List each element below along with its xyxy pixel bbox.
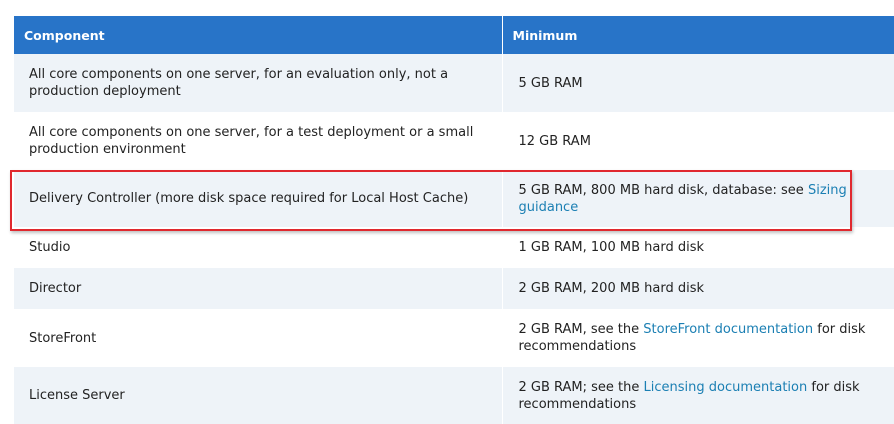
storefront-documentation-link[interactable]: StoreFront documentation xyxy=(643,322,813,337)
component-cell: License Server xyxy=(14,367,502,424)
minimum-cell: 5 GB RAM xyxy=(501,54,894,112)
minimum-cell: 2 GB RAM, 200 MB hard disk xyxy=(501,268,894,309)
table-row: Director 2 GB RAM, 200 MB hard disk xyxy=(14,268,894,309)
table-row: License Server 2 GB RAM; see the Licensi… xyxy=(14,367,894,424)
component-cell: StoreFront xyxy=(14,309,502,367)
component-cell: All core components on one server, for a… xyxy=(14,112,502,170)
minimum-cell: 2 GB RAM, see the StoreFront documentati… xyxy=(501,309,894,367)
hardware-requirements-table: Component Minimum All core components on… xyxy=(14,16,894,424)
licensing-documentation-link[interactable]: Licensing documentation xyxy=(644,380,808,395)
column-header-component: Component xyxy=(14,16,502,54)
minimum-cell: 2 GB RAM; see the Licensing documentatio… xyxy=(501,367,894,424)
minimum-text: 2 GB RAM, 200 MB hard disk xyxy=(518,281,705,296)
component-cell: Director xyxy=(14,268,502,309)
table-row: Studio 1 GB RAM, 100 MB hard disk xyxy=(14,227,894,268)
table-row: Delivery Controller (more disk space req… xyxy=(14,170,894,227)
table-row: All core components on one server, for a… xyxy=(14,54,894,112)
component-cell: Delivery Controller (more disk space req… xyxy=(14,170,502,227)
table-row: StoreFront 2 GB RAM, see the StoreFront … xyxy=(14,309,894,367)
minimum-text: 1 GB RAM, 100 MB hard disk xyxy=(518,240,705,255)
minimum-text: 12 GB RAM xyxy=(518,133,591,149)
minimum-cell: 5 GB RAM, 800 MB hard disk, database: se… xyxy=(501,170,894,227)
minimum-cell: 12 GB RAM xyxy=(501,112,894,170)
minimum-text: 2 GB RAM, see the xyxy=(518,322,644,337)
minimum-cell: 1 GB RAM, 100 MB hard disk xyxy=(501,227,894,268)
table-row: All core components on one server, for a… xyxy=(14,112,894,170)
component-cell: Studio xyxy=(14,227,502,268)
column-header-minimum: Minimum xyxy=(501,16,894,54)
minimum-text: 5 GB RAM, 800 MB hard disk, database: se… xyxy=(518,182,808,198)
minimum-text: 5 GB RAM xyxy=(518,75,583,91)
table-header-row: Component Minimum xyxy=(14,16,894,54)
component-cell: All core components on one server, for a… xyxy=(14,54,502,112)
minimum-text: 2 GB RAM; see the xyxy=(518,379,644,395)
requirements-table-container: Component Minimum All core components on… xyxy=(14,16,894,424)
